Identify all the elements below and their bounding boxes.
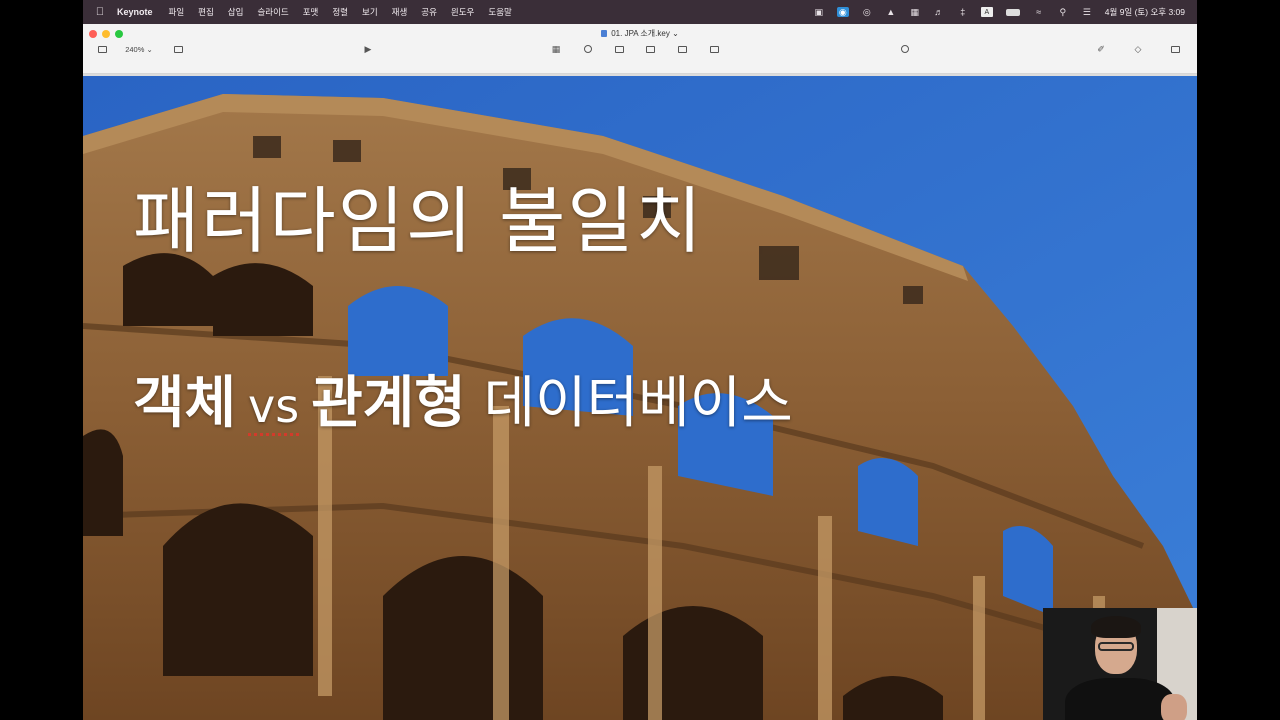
comment-button[interactable] [707, 42, 721, 56]
wifi-icon[interactable]: ≈ [1033, 7, 1045, 17]
subtitle-object: 객체 [133, 371, 237, 436]
app-status-icon[interactable]: ◉ [836, 7, 849, 17]
menu-insert[interactable]: 삽입 [228, 6, 244, 18]
menu-arrange[interactable]: 정렬 [332, 6, 348, 18]
shape-icon [645, 45, 655, 53]
presenter-glasses [1098, 642, 1134, 651]
play-icon: ▶ [364, 43, 372, 54]
menu-slide[interactable]: 슬라이드 [257, 6, 288, 18]
presenter-body [1065, 678, 1175, 720]
paintbrush-icon: ✐ [1097, 43, 1105, 54]
volume-icon[interactable]: ♬ [933, 7, 945, 17]
slide-title[interactable]: 패러다임의 불일치 [133, 162, 704, 267]
diamond-icon: ◇ [1134, 43, 1142, 54]
keynote-window: 01. JPA 소개.key ⌄ 240% ⌄ ▶ ▦ ✐ ◇ 패러다임의 불일… [83, 24, 1197, 720]
window-toolbar: 01. JPA 소개.key ⌄ 240% ⌄ ▶ ▦ ✐ ◇ [83, 24, 1197, 74]
animate-button[interactable]: ◇ [1131, 42, 1145, 56]
apple-menu-icon[interactable]:  [83, 6, 117, 18]
menu-window[interactable]: 윈도우 [451, 6, 474, 18]
battery-icon[interactable] [1005, 7, 1021, 17]
chevron-down-icon: ⌄ [672, 29, 679, 38]
presenter-hair [1091, 616, 1141, 638]
chart-button[interactable] [581, 42, 595, 56]
comment-icon [709, 45, 719, 53]
document-icon [1170, 45, 1180, 53]
table-icon: ▦ [551, 43, 561, 54]
media-button[interactable] [675, 42, 689, 56]
input-source-icon[interactable]: A [980, 7, 993, 17]
add-slide-button[interactable] [171, 42, 185, 56]
format-button[interactable]: ✐ [1094, 42, 1108, 56]
presenter-hand [1161, 694, 1187, 720]
view-sidebar-button[interactable] [95, 42, 109, 56]
subtitle-database: 데이터베이스 [483, 371, 793, 436]
globe-icon[interactable]: ◎ [861, 7, 873, 17]
zoom-value: 240% [125, 44, 145, 54]
webcam-overlay [1043, 608, 1197, 720]
slide-subtitle[interactable]: 객체 vs 관계형 데이터베이스 [133, 358, 793, 439]
menu-help[interactable]: 도움말 [488, 6, 511, 18]
collaborate-icon [901, 45, 909, 53]
add-slide-icon [173, 45, 183, 53]
document-button[interactable] [1168, 42, 1182, 56]
menu-view[interactable]: 보기 [362, 6, 378, 18]
menu-share[interactable]: 공유 [421, 6, 437, 18]
subtitle-relational: 관계형 [311, 371, 466, 436]
menu-file[interactable]: 파일 [169, 6, 185, 18]
menu-format[interactable]: 포맷 [303, 6, 319, 18]
chevron-down-icon: ⌄ [146, 44, 153, 54]
subtitle-vs: vs [248, 379, 300, 436]
image-icon [677, 45, 687, 53]
play-button[interactable]: ▶ [361, 42, 375, 56]
font-status-icon[interactable]: ▲ [885, 7, 897, 17]
menu-edit[interactable]: 편집 [198, 6, 214, 18]
table-button[interactable]: ▦ [549, 42, 563, 56]
app-menu[interactable]: Keynote [117, 7, 153, 17]
text-button[interactable] [612, 42, 626, 56]
screen:  Keynote 파일 편집 삽입 슬라이드 포맷 정렬 보기 재생 공유 윈… [0, 0, 1280, 720]
menu-play[interactable]: 재생 [392, 6, 408, 18]
menu-bar:  Keynote 파일 편집 삽입 슬라이드 포맷 정렬 보기 재생 공유 윈… [83, 0, 1197, 24]
collaborate-button[interactable] [898, 42, 912, 56]
status-area: ▣ ◉ ◎ ▲ ▦ ♬ ‡ A ≈ ⚲ ☰ 4월 9일 (토) 오후 3:09 [813, 6, 1197, 18]
menubar-clock[interactable]: 4월 9일 (토) 오후 3:09 [1105, 6, 1185, 18]
bluetooth-icon[interactable]: ‡ [957, 7, 969, 17]
zoom-select[interactable]: 240% ⌄ [119, 42, 159, 56]
sidebar-icon [97, 45, 107, 53]
keynote-file-icon [601, 30, 608, 37]
grid-status-icon[interactable]: ▦ [909, 7, 921, 17]
chart-icon [584, 45, 592, 53]
document-title[interactable]: 01. JPA 소개.key ⌄ [83, 28, 1197, 39]
text-box-icon [614, 45, 624, 53]
spotlight-search-icon[interactable]: ⚲ [1057, 7, 1069, 17]
screen-record-icon[interactable]: ▣ [813, 7, 825, 17]
control-center-icon[interactable]: ☰ [1081, 7, 1093, 17]
shape-button[interactable] [643, 42, 657, 56]
slide-canvas[interactable]: 패러다임의 불일치 객체 vs 관계형 데이터베이스 [83, 76, 1197, 720]
document-title-text: 01. JPA 소개.key [611, 29, 670, 38]
